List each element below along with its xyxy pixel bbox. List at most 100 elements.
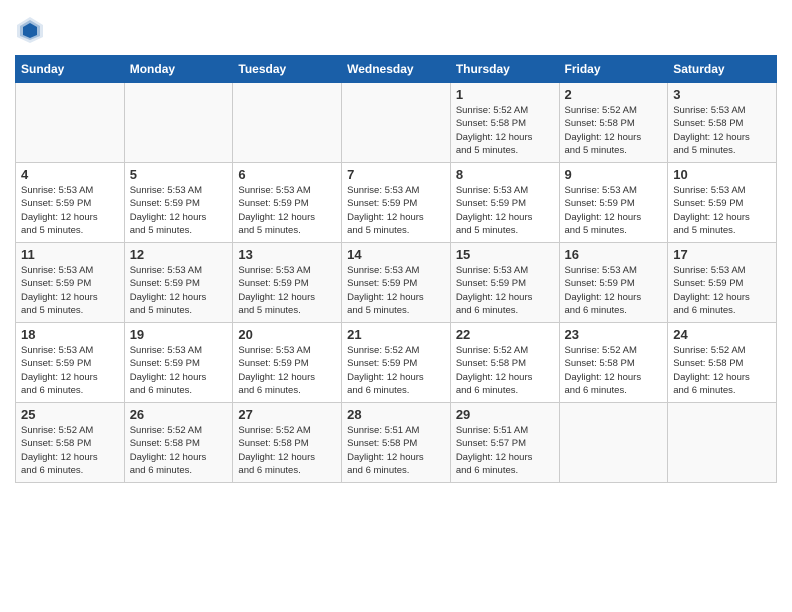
- calendar-cell: 28 Sunrise: 5:51 AM Sunset: 5:58 PM Dayli…: [342, 403, 451, 483]
- day-info: Sunrise: 5:53 AM Sunset: 5:59 PM Dayligh…: [238, 344, 336, 397]
- calendar-cell: 24 Sunrise: 5:52 AM Sunset: 5:58 PM Dayli…: [668, 323, 777, 403]
- day-header-monday: Monday: [124, 56, 233, 83]
- calendar-cell: 10 Sunrise: 5:53 AM Sunset: 5:59 PM Dayli…: [668, 163, 777, 243]
- calendar-cell: 5 Sunrise: 5:53 AM Sunset: 5:59 PM Daylig…: [124, 163, 233, 243]
- day-info: Sunrise: 5:53 AM Sunset: 5:59 PM Dayligh…: [673, 264, 771, 317]
- calendar-cell: 16Sunrise: 5:53 AM Sunset: 5:59 PM Dayli…: [559, 243, 668, 323]
- calendar-cell: 27 Sunrise: 5:52 AM Sunset: 5:58 PM Dayli…: [233, 403, 342, 483]
- day-number: 29: [456, 407, 554, 422]
- day-number: 5: [130, 167, 228, 182]
- day-info: Sunrise: 5:53 AM Sunset: 5:59 PM Dayligh…: [238, 264, 336, 317]
- calendar-cell: 3 Sunrise: 5:53 AM Sunset: 5:58 PM Daylig…: [668, 83, 777, 163]
- day-number: 10: [673, 167, 771, 182]
- calendar-cell: 22 Sunrise: 5:52 AM Sunset: 5:58 PM Dayli…: [450, 323, 559, 403]
- calendar-cell: 13 Sunrise: 5:53 AM Sunset: 5:59 PM Dayli…: [233, 243, 342, 323]
- logo-icon: [15, 15, 45, 45]
- calendar-week-row: 18 Sunrise: 5:53 AM Sunset: 5:59 PM Dayli…: [16, 323, 777, 403]
- day-info: Sunrise: 5:52 AM Sunset: 5:58 PM Dayligh…: [456, 104, 554, 157]
- day-info: Sunrise: 5:52 AM Sunset: 5:58 PM Dayligh…: [565, 104, 663, 157]
- day-number: 11: [21, 247, 119, 262]
- day-info: Sunrise: 5:53 AM Sunset: 5:59 PM Dayligh…: [21, 184, 119, 237]
- calendar-week-row: 11 Sunrise: 5:53 AM Sunset: 5:59 PM Dayli…: [16, 243, 777, 323]
- calendar-cell: 19 Sunrise: 5:53 AM Sunset: 5:59 PM Dayli…: [124, 323, 233, 403]
- logo: [15, 15, 50, 45]
- calendar-cell: 2 Sunrise: 5:52 AM Sunset: 5:58 PM Daylig…: [559, 83, 668, 163]
- calendar-cell: 9 Sunrise: 5:53 AM Sunset: 5:59 PM Daylig…: [559, 163, 668, 243]
- day-info: Sunrise: 5:52 AM Sunset: 5:58 PM Dayligh…: [130, 424, 228, 477]
- calendar-cell: 4 Sunrise: 5:53 AM Sunset: 5:59 PM Daylig…: [16, 163, 125, 243]
- calendar-cell: 21 Sunrise: 5:52 AM Sunset: 5:59 PM Dayli…: [342, 323, 451, 403]
- calendar-table: SundayMondayTuesdayWednesdayThursdayFrid…: [15, 55, 777, 483]
- day-number: 13: [238, 247, 336, 262]
- day-info: Sunrise: 5:52 AM Sunset: 5:58 PM Dayligh…: [673, 344, 771, 397]
- day-number: 21: [347, 327, 445, 342]
- day-header-wednesday: Wednesday: [342, 56, 451, 83]
- day-info: Sunrise: 5:53 AM Sunset: 5:59 PM Dayligh…: [565, 264, 663, 317]
- day-info: Sunrise: 5:52 AM Sunset: 5:58 PM Dayligh…: [565, 344, 663, 397]
- day-info: Sunrise: 5:52 AM Sunset: 5:58 PM Dayligh…: [456, 344, 554, 397]
- day-info: Sunrise: 5:51 AM Sunset: 5:57 PM Dayligh…: [456, 424, 554, 477]
- day-header-tuesday: Tuesday: [233, 56, 342, 83]
- day-number: 17: [673, 247, 771, 262]
- calendar-cell: 15Sunrise: 5:53 AM Sunset: 5:59 PM Dayli…: [450, 243, 559, 323]
- day-number: 3: [673, 87, 771, 102]
- day-info: Sunrise: 5:52 AM Sunset: 5:59 PM Dayligh…: [347, 344, 445, 397]
- day-header-friday: Friday: [559, 56, 668, 83]
- calendar-cell: [668, 403, 777, 483]
- calendar-cell: 20Sunrise: 5:53 AM Sunset: 5:59 PM Dayli…: [233, 323, 342, 403]
- day-info: Sunrise: 5:52 AM Sunset: 5:58 PM Dayligh…: [21, 424, 119, 477]
- day-number: 12: [130, 247, 228, 262]
- calendar-cell: 1 Sunrise: 5:52 AM Sunset: 5:58 PM Daylig…: [450, 83, 559, 163]
- day-number: 28: [347, 407, 445, 422]
- calendar-cell: 17 Sunrise: 5:53 AM Sunset: 5:59 PM Dayli…: [668, 243, 777, 323]
- calendar-cell: 8Sunrise: 5:53 AM Sunset: 5:59 PM Daylig…: [450, 163, 559, 243]
- day-number: 23: [565, 327, 663, 342]
- day-number: 19: [130, 327, 228, 342]
- calendar-cell: 29 Sunrise: 5:51 AM Sunset: 5:57 PM Dayli…: [450, 403, 559, 483]
- calendar-cell: 7Sunrise: 5:53 AM Sunset: 5:59 PM Daylig…: [342, 163, 451, 243]
- day-number: 18: [21, 327, 119, 342]
- day-number: 25: [21, 407, 119, 422]
- calendar-cell: 25 Sunrise: 5:52 AM Sunset: 5:58 PM Dayli…: [16, 403, 125, 483]
- day-info: Sunrise: 5:53 AM Sunset: 5:59 PM Dayligh…: [130, 344, 228, 397]
- day-info: Sunrise: 5:53 AM Sunset: 5:59 PM Dayligh…: [673, 184, 771, 237]
- day-info: Sunrise: 5:53 AM Sunset: 5:59 PM Dayligh…: [456, 184, 554, 237]
- calendar-header-row: SundayMondayTuesdayWednesdayThursdayFrid…: [16, 56, 777, 83]
- calendar-cell: [233, 83, 342, 163]
- day-info: Sunrise: 5:53 AM Sunset: 5:59 PM Dayligh…: [238, 184, 336, 237]
- calendar-cell: 23 Sunrise: 5:52 AM Sunset: 5:58 PM Dayli…: [559, 323, 668, 403]
- day-info: Sunrise: 5:53 AM Sunset: 5:59 PM Dayligh…: [21, 344, 119, 397]
- day-number: 22: [456, 327, 554, 342]
- day-info: Sunrise: 5:53 AM Sunset: 5:59 PM Dayligh…: [130, 264, 228, 317]
- calendar-week-row: 1 Sunrise: 5:52 AM Sunset: 5:58 PM Daylig…: [16, 83, 777, 163]
- calendar-cell: 11Sunrise: 5:53 AM Sunset: 5:59 PM Dayli…: [16, 243, 125, 323]
- day-info: Sunrise: 5:52 AM Sunset: 5:58 PM Dayligh…: [238, 424, 336, 477]
- day-info: Sunrise: 5:53 AM Sunset: 5:58 PM Dayligh…: [673, 104, 771, 157]
- calendar-week-row: 25 Sunrise: 5:52 AM Sunset: 5:58 PM Dayli…: [16, 403, 777, 483]
- day-number: 14: [347, 247, 445, 262]
- day-info: Sunrise: 5:53 AM Sunset: 5:59 PM Dayligh…: [347, 184, 445, 237]
- day-info: Sunrise: 5:53 AM Sunset: 5:59 PM Dayligh…: [456, 264, 554, 317]
- day-number: 1: [456, 87, 554, 102]
- day-number: 2: [565, 87, 663, 102]
- day-number: 6: [238, 167, 336, 182]
- calendar-cell: [559, 403, 668, 483]
- page-header: [15, 15, 777, 45]
- day-number: 24: [673, 327, 771, 342]
- calendar-cell: [342, 83, 451, 163]
- day-number: 27: [238, 407, 336, 422]
- day-info: Sunrise: 5:53 AM Sunset: 5:59 PM Dayligh…: [565, 184, 663, 237]
- day-info: Sunrise: 5:53 AM Sunset: 5:59 PM Dayligh…: [130, 184, 228, 237]
- calendar-cell: 6 Sunrise: 5:53 AM Sunset: 5:59 PM Daylig…: [233, 163, 342, 243]
- day-info: Sunrise: 5:53 AM Sunset: 5:59 PM Dayligh…: [347, 264, 445, 317]
- calendar-cell: 12 Sunrise: 5:53 AM Sunset: 5:59 PM Dayli…: [124, 243, 233, 323]
- day-number: 4: [21, 167, 119, 182]
- day-info: Sunrise: 5:51 AM Sunset: 5:58 PM Dayligh…: [347, 424, 445, 477]
- calendar-cell: 26 Sunrise: 5:52 AM Sunset: 5:58 PM Dayli…: [124, 403, 233, 483]
- calendar-cell: [124, 83, 233, 163]
- calendar-cell: 18 Sunrise: 5:53 AM Sunset: 5:59 PM Dayli…: [16, 323, 125, 403]
- day-number: 26: [130, 407, 228, 422]
- calendar-cell: [16, 83, 125, 163]
- calendar-week-row: 4 Sunrise: 5:53 AM Sunset: 5:59 PM Daylig…: [16, 163, 777, 243]
- day-number: 9: [565, 167, 663, 182]
